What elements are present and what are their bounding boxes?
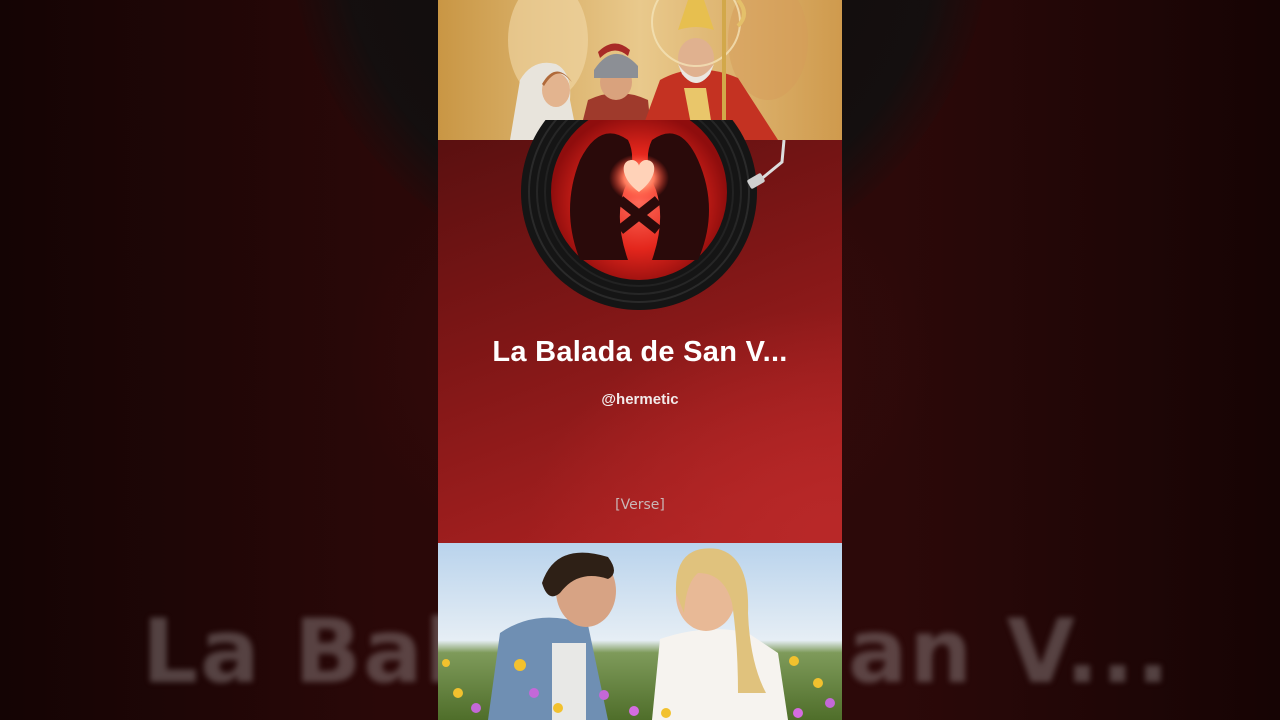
song-card: La Balada de San V... @hermetic [Verse] xyxy=(438,120,842,543)
song-title: La Balada de San V... xyxy=(492,336,788,368)
tonearm-icon xyxy=(747,140,786,189)
saint-painting-illustration xyxy=(438,0,842,140)
top-image xyxy=(438,0,842,140)
bottom-image xyxy=(438,543,842,720)
backdrop-title-right: an V... xyxy=(848,600,1172,703)
vinyl-record xyxy=(520,120,758,310)
video-frame: La Balada de San V... @hermetic [Verse] xyxy=(438,0,842,720)
lyric-line: [Verse] xyxy=(615,497,665,513)
couple-photo-illustration xyxy=(438,543,842,720)
backdrop-title-left: La Bal xyxy=(142,600,457,703)
artist-handle[interactable]: @hermetic xyxy=(438,391,842,408)
vinyl-record-graphic xyxy=(521,120,757,310)
